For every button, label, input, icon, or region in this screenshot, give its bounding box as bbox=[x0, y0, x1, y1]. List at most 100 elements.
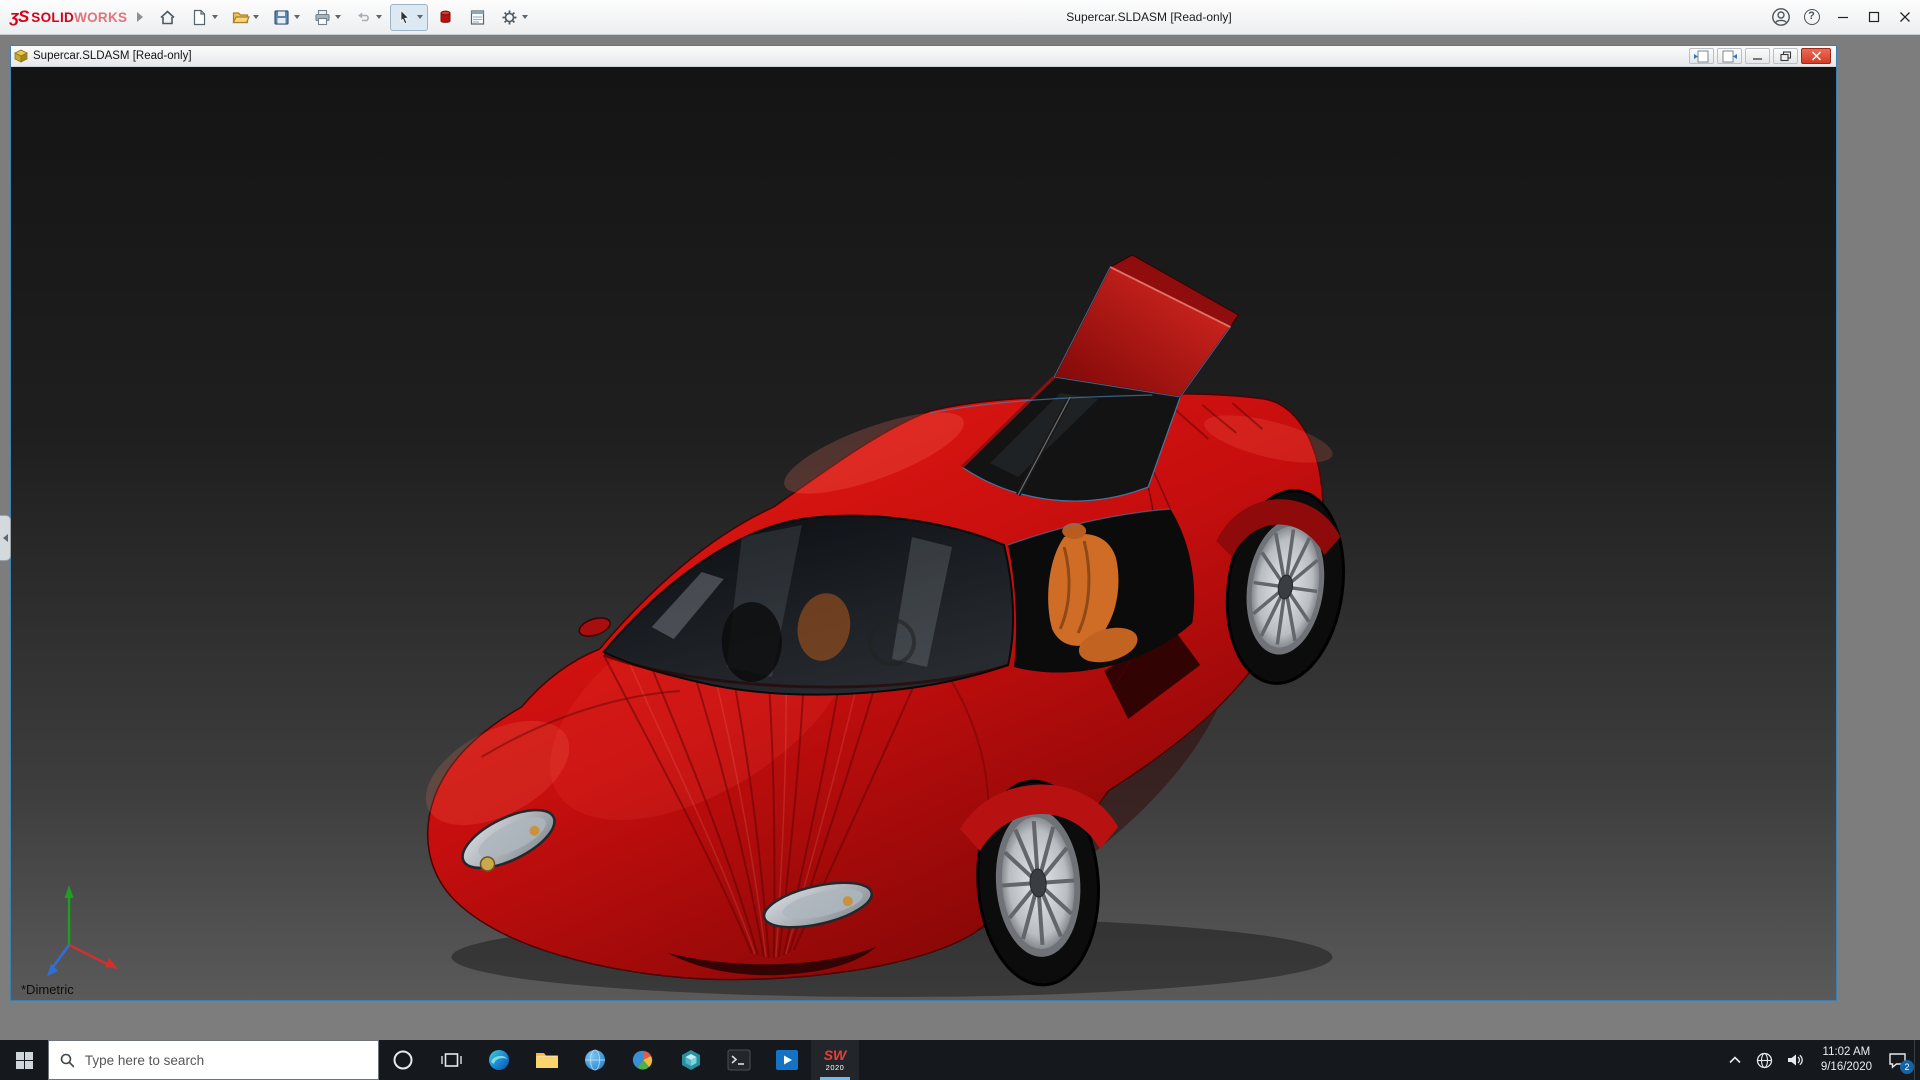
new-document-icon bbox=[190, 8, 209, 27]
document-window-controls bbox=[1689, 48, 1833, 64]
minimize-button[interactable] bbox=[1827, 0, 1858, 34]
network-globe-icon bbox=[1756, 1052, 1773, 1069]
solidworks-logo: ʒS SOLID WORKS bbox=[10, 7, 127, 27]
start-button[interactable] bbox=[0, 1040, 48, 1080]
document-titlebar[interactable]: Supercar.SLDASM [Read-only] bbox=[11, 46, 1836, 67]
close-button[interactable] bbox=[1889, 0, 1920, 34]
task-pane-collapsed-tab[interactable] bbox=[0, 515, 11, 561]
restore-icon bbox=[1780, 51, 1792, 62]
window-title: Supercar.SLDASM [Read-only] bbox=[949, 0, 1349, 35]
minimize-icon bbox=[1752, 51, 1763, 61]
pane-right-icon bbox=[1721, 50, 1738, 63]
options-button[interactable] bbox=[495, 4, 533, 31]
solidworks-app-icon: SW 2020 bbox=[824, 1048, 847, 1072]
dropdown-caret-icon[interactable] bbox=[376, 15, 382, 19]
terminal-app-button[interactable] bbox=[715, 1040, 763, 1080]
close-icon bbox=[1899, 11, 1911, 23]
select-cursor-icon bbox=[395, 8, 414, 27]
record-macro-icon bbox=[436, 8, 455, 27]
system-tray: 11:02 AM 9/16/2020 2 bbox=[1721, 1040, 1920, 1080]
assembly-icon bbox=[14, 49, 28, 63]
file-explorer-icon bbox=[535, 1050, 559, 1070]
solidworks-year-label: 2020 bbox=[826, 1064, 845, 1072]
new-document-button[interactable] bbox=[185, 4, 223, 31]
logo-works-text: WORKS bbox=[74, 10, 127, 25]
pane-left-icon bbox=[1693, 50, 1710, 63]
viewer-3d-icon bbox=[679, 1048, 703, 1072]
print-button[interactable] bbox=[308, 4, 346, 31]
design-report-button[interactable] bbox=[463, 4, 492, 31]
search-icon bbox=[60, 1053, 74, 1068]
windows-taskbar: SW 2020 11:02 AM 9/16/2020 2 bbox=[0, 1040, 1920, 1080]
document-minimize-button[interactable] bbox=[1745, 48, 1770, 64]
help-icon: ? bbox=[1804, 9, 1820, 25]
account-button[interactable] bbox=[1765, 0, 1796, 34]
globe-app-icon bbox=[583, 1048, 607, 1072]
notification-badge: 2 bbox=[1900, 1060, 1914, 1074]
view-orientation-label: *Dimetric bbox=[21, 982, 74, 997]
cortana-icon bbox=[392, 1049, 414, 1071]
save-icon bbox=[272, 8, 291, 27]
app-titlebar: ʒS SOLID WORKS bbox=[0, 0, 1920, 35]
document-title: Supercar.SLDASM [Read-only] bbox=[33, 50, 192, 62]
undo-button[interactable] bbox=[349, 4, 387, 31]
menu-flyout-arrow-icon[interactable] bbox=[137, 12, 143, 22]
print-icon bbox=[313, 8, 332, 27]
dropdown-caret-icon[interactable] bbox=[335, 15, 341, 19]
search-input[interactable] bbox=[83, 1052, 367, 1069]
solidworks-taskbar-button[interactable]: SW 2020 bbox=[811, 1040, 859, 1080]
globe-app-button[interactable] bbox=[571, 1040, 619, 1080]
dropdown-caret-icon[interactable] bbox=[522, 15, 528, 19]
dropdown-caret-icon[interactable] bbox=[294, 15, 300, 19]
graphics-viewport[interactable]: *Dimetric bbox=[11, 67, 1836, 1000]
design-report-icon bbox=[468, 8, 487, 27]
clock-time: 11:02 AM bbox=[1821, 1045, 1872, 1060]
speaker-icon bbox=[1787, 1053, 1805, 1067]
document-window: Supercar.SLDASM [Read-only] bbox=[10, 45, 1837, 1001]
dropdown-caret-icon[interactable] bbox=[417, 15, 423, 19]
save-button[interactable] bbox=[267, 4, 305, 31]
media-app-button[interactable] bbox=[763, 1040, 811, 1080]
maximize-button[interactable] bbox=[1858, 0, 1889, 34]
dropdown-caret-icon[interactable] bbox=[212, 15, 218, 19]
taskbar-clock[interactable]: 11:02 AM 9/16/2020 bbox=[1812, 1045, 1881, 1075]
quick-access-toolbar bbox=[153, 4, 533, 31]
help-button[interactable]: ? bbox=[1796, 0, 1827, 34]
home-icon bbox=[158, 8, 177, 27]
select-button[interactable] bbox=[390, 4, 428, 31]
action-center-button[interactable]: 2 bbox=[1881, 1040, 1914, 1080]
home-button[interactable] bbox=[153, 4, 182, 31]
dropdown-caret-icon[interactable] bbox=[253, 15, 259, 19]
show-desktop-button[interactable] bbox=[1914, 1040, 1920, 1080]
clock-date: 9/16/2020 bbox=[1821, 1060, 1872, 1075]
edge-button[interactable] bbox=[475, 1040, 523, 1080]
chevron-up-icon bbox=[1728, 1055, 1742, 1065]
terminal-app-icon bbox=[727, 1049, 751, 1071]
network-button[interactable] bbox=[1749, 1040, 1780, 1080]
volume-button[interactable] bbox=[1780, 1040, 1812, 1080]
record-macro-button[interactable] bbox=[431, 4, 460, 31]
photos-app-icon bbox=[631, 1048, 655, 1072]
tray-overflow-button[interactable] bbox=[1721, 1040, 1749, 1080]
cortana-button[interactable] bbox=[379, 1040, 427, 1080]
file-explorer-button[interactable] bbox=[523, 1040, 571, 1080]
windows-logo-icon bbox=[16, 1052, 33, 1069]
supercar-3d-model[interactable] bbox=[11, 67, 1836, 1000]
previous-pane-button[interactable] bbox=[1689, 48, 1714, 64]
undo-icon bbox=[354, 8, 373, 27]
open-button[interactable] bbox=[226, 4, 264, 31]
viewer-3d-app-button[interactable] bbox=[667, 1040, 715, 1080]
document-close-button[interactable] bbox=[1801, 48, 1831, 64]
minimize-icon bbox=[1837, 11, 1849, 23]
next-pane-button[interactable] bbox=[1717, 48, 1742, 64]
document-restore-button[interactable] bbox=[1773, 48, 1798, 64]
maximize-icon bbox=[1868, 11, 1880, 23]
taskbar-search[interactable] bbox=[48, 1040, 379, 1080]
titlebar-controls: ? bbox=[1765, 0, 1920, 34]
photos-app-button[interactable] bbox=[619, 1040, 667, 1080]
task-view-icon bbox=[441, 1051, 462, 1069]
solidworks-mark: SW bbox=[824, 1048, 847, 1062]
account-icon bbox=[1771, 7, 1791, 27]
task-view-button[interactable] bbox=[427, 1040, 475, 1080]
media-app-icon bbox=[775, 1049, 799, 1071]
